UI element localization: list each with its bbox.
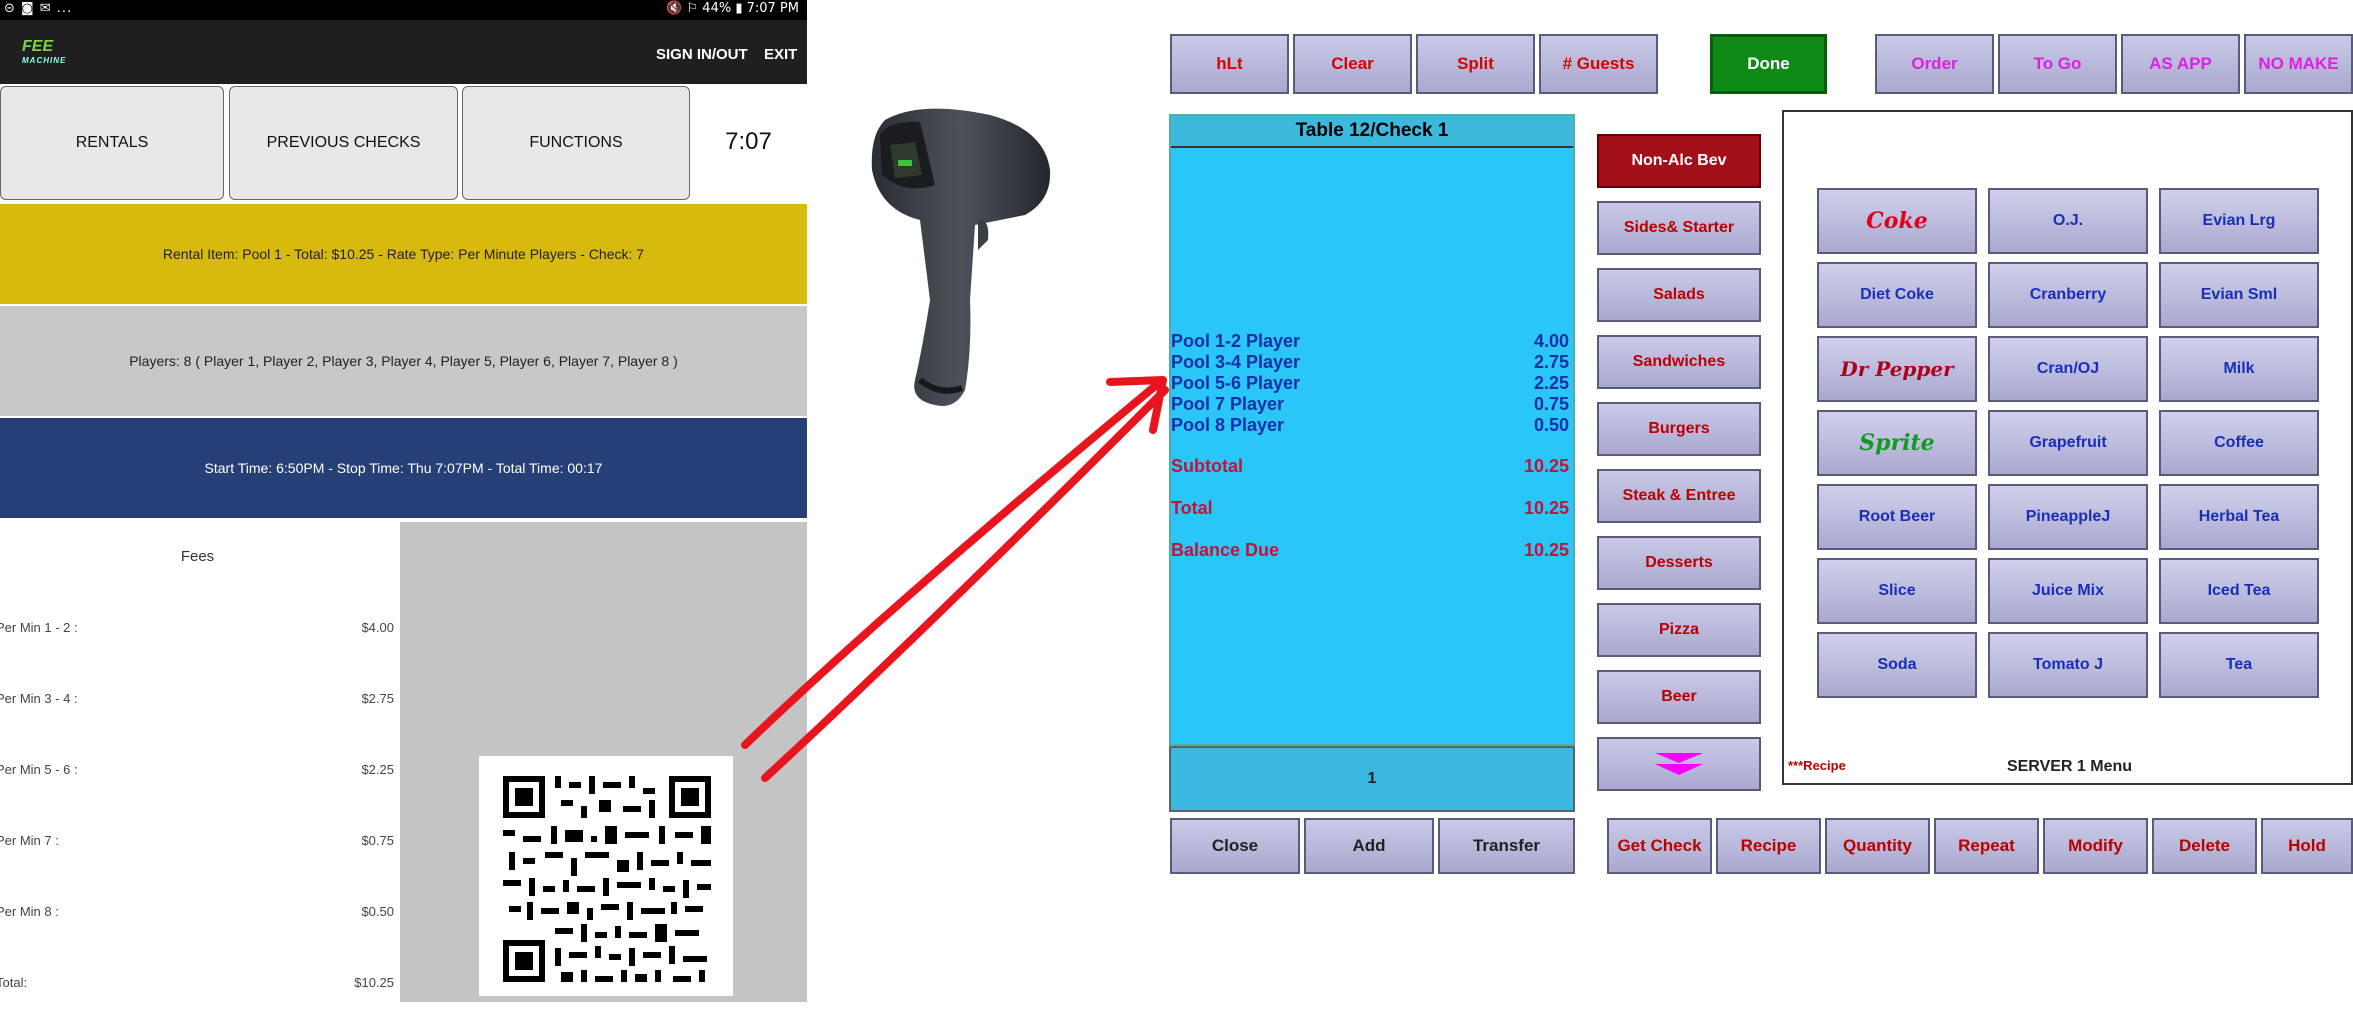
menu-item-coke[interactable]: Coke (1817, 188, 1977, 254)
menu-item-diet-coke[interactable]: Diet Coke (1817, 262, 1977, 328)
fee-machine-logo: FEE MACHINE (22, 38, 67, 66)
menu-item-evian-sml[interactable]: Evian Sml (2159, 262, 2319, 328)
category-sandwiches[interactable]: Sandwiches (1597, 335, 1761, 389)
as-app-button[interactable]: AS APP (2121, 34, 2240, 94)
menu-item-soda[interactable]: Soda (1817, 632, 1977, 698)
category-desserts[interactable]: Desserts (1597, 536, 1761, 590)
clock: 7:07 (725, 128, 772, 155)
status-left: ⊝ ◙ ✉ ... (4, 1, 73, 16)
status-bar: ⊝ ◙ ✉ ... 🔇 ⚐ 44% ▮ 7:07 PM (0, 0, 807, 20)
fees-panel: Fees Per Min 1 - 2 : $4.00 Per Min 3 - 4 … (0, 522, 400, 1002)
menu-item-root-beer[interactable]: Root Beer (1817, 484, 1977, 550)
menu-panel: Coke O.J. Evian Lrg Diet Coke Cranberry … (1782, 110, 2353, 785)
delete-button[interactable]: Delete (2152, 818, 2257, 874)
chevron-down-icon (1655, 753, 1703, 775)
category-burgers[interactable]: Burgers (1597, 402, 1761, 456)
check-title: Table 12/Check 1 (1171, 116, 1573, 148)
sign-in-out-button[interactable]: SIGN IN/OUT (656, 46, 748, 63)
menu-item-evian-lrg[interactable]: Evian Lrg (2159, 188, 2319, 254)
quantity-button[interactable]: Quantity (1825, 818, 1930, 874)
category-pizza[interactable]: Pizza (1597, 603, 1761, 657)
category-beer[interactable]: Beer (1597, 670, 1761, 724)
pos-terminal: hLt Clear Split # Guests Done Order To G… (1165, 30, 2353, 880)
category-sides-starter[interactable]: Sides& Starter (1597, 201, 1761, 255)
hold-button[interactable]: Hold (2261, 818, 2353, 874)
menu-item-coffee[interactable]: Coffee (2159, 410, 2319, 476)
menu-item-pineapple-j[interactable]: PineappleJ (1988, 484, 2148, 550)
menu-item-cranberry[interactable]: Cranberry (1988, 262, 2148, 328)
clear-button[interactable]: Clear (1293, 34, 1412, 94)
check-page-indicator[interactable]: 1 (1169, 746, 1575, 812)
exit-button[interactable]: EXIT (764, 46, 797, 63)
menu-item-juice-mix[interactable]: Juice Mix (1988, 558, 2148, 624)
menu-title: SERVER 1 Menu (2006, 758, 2133, 775)
players-band[interactable]: Players: 8 ( Player 1, Player 2, Player … (0, 306, 807, 416)
status-right: 🔇 ⚐ 44% ▮ 7:07 PM (666, 1, 799, 16)
rentals-tile[interactable]: RENTALS (0, 86, 224, 200)
app-bar: FEE MACHINE SIGN IN/OUT EXIT (0, 20, 807, 84)
more-categories-button[interactable] (1597, 737, 1761, 791)
menu-item-herbal-tea[interactable]: Herbal Tea (2159, 484, 2319, 550)
functions-tile[interactable]: FUNCTIONS (462, 86, 690, 200)
no-make-button[interactable]: NO MAKE (2244, 34, 2353, 94)
check-panel: Table 12/Check 1 Pool 1-2 Player 4.00 Poo… (1169, 114, 1575, 746)
menu-item-dr-pepper[interactable]: Dr Pepper (1817, 336, 1977, 402)
previous-checks-tile[interactable]: PREVIOUS CHECKS (229, 86, 458, 200)
fees-title: Fees (180, 548, 215, 565)
menu-item-tomato-j[interactable]: Tomato J (1988, 632, 2148, 698)
menu-item-sprite[interactable]: Sprite (1817, 410, 1977, 476)
get-check-button[interactable]: Get Check (1607, 818, 1712, 874)
transfer-button[interactable]: Transfer (1438, 818, 1575, 874)
add-button[interactable]: Add (1304, 818, 1434, 874)
rental-info-band[interactable]: Rental Item: Pool 1 - Total: $10.25 - Ra… (0, 204, 807, 304)
menu-item-milk[interactable]: Milk (2159, 336, 2319, 402)
menu-item-tea[interactable]: Tea (2159, 632, 2319, 698)
menu-item-oj[interactable]: O.J. (1988, 188, 2148, 254)
hlt-button[interactable]: hLt (1170, 34, 1289, 94)
menu-item-slice[interactable]: Slice (1817, 558, 1977, 624)
modify-button[interactable]: Modify (2043, 818, 2148, 874)
to-go-button[interactable]: To Go (1998, 34, 2117, 94)
repeat-button[interactable]: Repeat (1934, 818, 2039, 874)
category-non-alc-bev[interactable]: Non-Alc Bev (1597, 134, 1761, 188)
menu-item-iced-tea[interactable]: Iced Tea (2159, 558, 2319, 624)
recipe-button[interactable]: Recipe (1716, 818, 1821, 874)
menu-item-cran-oj[interactable]: Cran/OJ (1988, 336, 2148, 402)
red-arrow-icon (741, 376, 1169, 782)
category-salads[interactable]: Salads (1597, 268, 1761, 322)
order-button[interactable]: Order (1875, 34, 1994, 94)
qr-code (479, 756, 733, 996)
category-steak-entree[interactable]: Steak & Entree (1597, 469, 1761, 523)
menu-item-grapefruit[interactable]: Grapefruit (1988, 410, 2148, 476)
time-band[interactable]: Start Time: 6:50PM - Stop Time: Thu 7:07… (0, 418, 807, 518)
close-button[interactable]: Close (1170, 818, 1300, 874)
guests-button[interactable]: # Guests (1539, 34, 1658, 94)
split-button[interactable]: Split (1416, 34, 1535, 94)
done-button[interactable]: Done (1710, 34, 1827, 94)
